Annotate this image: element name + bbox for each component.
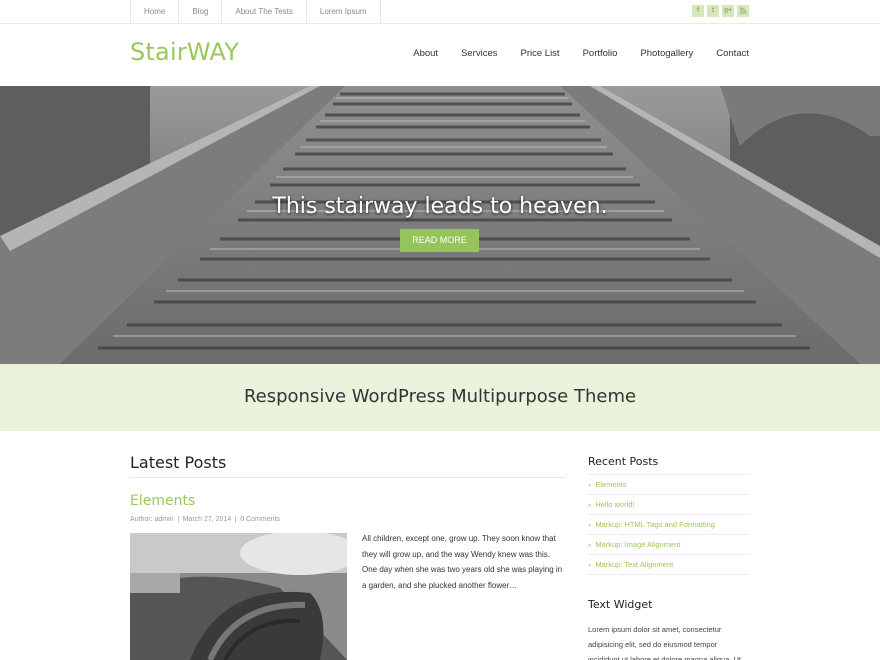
read-more-button[interactable]: READ MORE bbox=[400, 229, 479, 252]
tagline-text: Responsive WordPress Multipurpose Theme bbox=[243, 386, 637, 407]
top-bar: Home Blog About The Tests Lorem Ipsum f … bbox=[0, 0, 880, 24]
hero-banner: This stairway leads to heaven. READ MORE bbox=[0, 86, 880, 364]
sidebar: Recent Posts » Elements » Hello world! » Ma… bbox=[588, 431, 749, 660]
nav-contact[interactable]: Contact bbox=[716, 48, 749, 59]
hero-title: This stairway leads to heaven. bbox=[272, 194, 608, 219]
nav-price-list[interactable]: Price List bbox=[521, 48, 560, 59]
twitter-icon[interactable]: t bbox=[707, 5, 719, 17]
post-meta: Author: admin March 27, 2014 0 Comments bbox=[130, 516, 284, 523]
top-nav-lorem-ipsum[interactable]: Lorem Ipsum bbox=[307, 0, 381, 23]
nav-about[interactable]: About bbox=[413, 48, 438, 59]
post-date[interactable]: March 27, 2014 bbox=[177, 516, 236, 523]
post-thumbnail[interactable] bbox=[130, 533, 347, 660]
post-comments[interactable]: 0 Comments bbox=[235, 516, 284, 523]
bullet-icon: » bbox=[588, 543, 592, 549]
recent-posts-heading: Recent Posts bbox=[588, 455, 659, 468]
main-nav: About Services Price List Portfolio Phot… bbox=[413, 48, 749, 59]
recent-post-item[interactable]: » Markup: HTML Tags and Formatting bbox=[588, 515, 749, 535]
recent-post-link[interactable]: Elements bbox=[595, 480, 626, 489]
recent-post-item[interactable]: » Hello world! bbox=[588, 495, 749, 515]
nav-photogallery[interactable]: Photogallery bbox=[640, 48, 693, 59]
googleplus-icon[interactable]: g+ bbox=[722, 5, 734, 17]
tagline-band: Responsive WordPress Multipurpose Theme bbox=[0, 364, 880, 431]
hero-stairway-image bbox=[0, 86, 880, 364]
recent-posts-list: » Elements » Hello world! » Markup: HTML Ta… bbox=[588, 474, 749, 575]
top-nav-blog[interactable]: Blog bbox=[179, 0, 223, 23]
bullet-icon: » bbox=[588, 523, 592, 529]
recent-post-item[interactable]: » Markup: Image Alignment bbox=[588, 535, 749, 555]
bullet-icon: » bbox=[588, 563, 592, 569]
page: Home Blog About The Tests Lorem Ipsum f … bbox=[0, 0, 880, 660]
latest-posts-heading: Latest Posts bbox=[130, 453, 227, 472]
recent-post-item[interactable]: » Markup: Text Alignment bbox=[588, 555, 749, 575]
post-title-link[interactable]: Elements bbox=[130, 493, 195, 509]
nav-portfolio[interactable]: Portfolio bbox=[583, 48, 618, 59]
top-nav-home[interactable]: Home bbox=[131, 0, 180, 23]
post-author[interactable]: Author: admin bbox=[130, 516, 178, 523]
site-logo[interactable]: StairWAY bbox=[130, 38, 239, 66]
facebook-icon[interactable]: f bbox=[692, 5, 704, 17]
top-nav-about-the-tests[interactable]: About The Tests bbox=[222, 0, 307, 23]
top-nav: Home Blog About The Tests Lorem Ipsum bbox=[130, 0, 381, 23]
recent-post-link[interactable]: Markup: HTML Tags and Formatting bbox=[595, 520, 715, 529]
recent-post-link[interactable]: Markup: Text Alignment bbox=[595, 560, 673, 569]
nav-services[interactable]: Services bbox=[461, 48, 497, 59]
text-widget-body: Lorem ipsum dolor sit amet, consectetur … bbox=[588, 625, 742, 660]
recent-post-item[interactable]: » Elements bbox=[588, 475, 749, 495]
recent-post-link[interactable]: Hello world! bbox=[595, 500, 634, 509]
site-header: StairWAY About Services Price List Portf… bbox=[0, 24, 880, 86]
recent-post-link[interactable]: Markup: Image Alignment bbox=[595, 540, 680, 549]
bullet-icon: » bbox=[588, 503, 592, 509]
rss-icon[interactable] bbox=[737, 5, 749, 17]
section-divider bbox=[130, 477, 565, 478]
bullet-icon: » bbox=[588, 483, 592, 489]
text-widget-heading: Text Widget bbox=[588, 598, 653, 611]
social-links: f t g+ bbox=[692, 5, 749, 17]
post-excerpt: All children, except one, grow up. They … bbox=[362, 534, 563, 590]
latest-posts-section: Latest Posts Elements Author: admin Marc… bbox=[130, 431, 565, 660]
